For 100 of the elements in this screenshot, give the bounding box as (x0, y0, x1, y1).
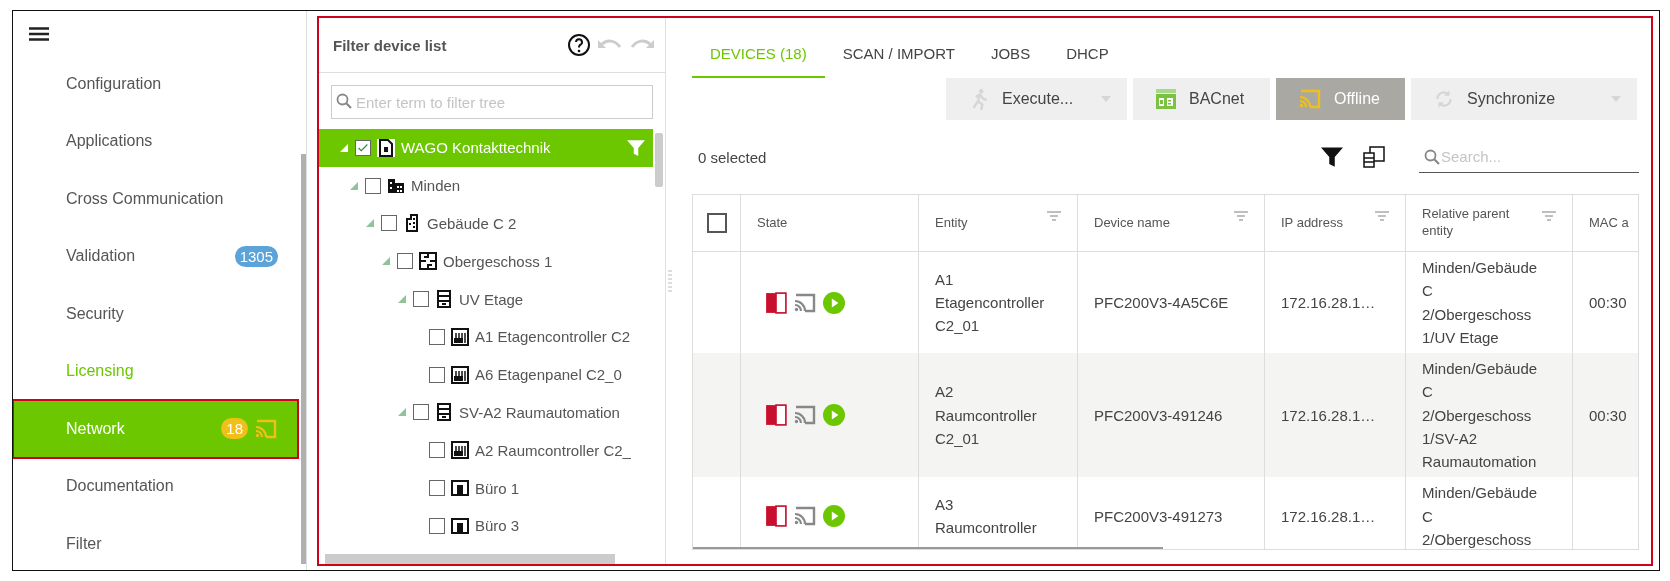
tree-item[interactable]: Minden (411, 177, 653, 195)
checkbox[interactable] (429, 480, 445, 497)
nav-label: Licensing (66, 362, 135, 381)
expanded-arrow-icon[interactable] (349, 180, 359, 191)
tree-item[interactable]: SV-A2 Raumautomation (459, 403, 653, 421)
column-header[interactable]: IP address (1281, 214, 1343, 232)
column-header[interactable]: Device name (1094, 214, 1170, 232)
offline-icon (1298, 89, 1322, 109)
tree-item[interactable]: A6 Etagenpanel C2_0 (475, 366, 653, 384)
table-cell-text: Minden/Gebäude C 2/Obergeschoss 1/UV Etage (1422, 258, 1539, 348)
checkbox[interactable] (355, 139, 371, 156)
checkbox[interactable] (381, 215, 397, 232)
floor-plan-icon (419, 252, 437, 271)
tree-item[interactable]: A1 Etagencontroller C2 (475, 328, 653, 346)
cast-icon (793, 405, 817, 426)
cabinet-icon (435, 290, 453, 309)
column-header[interactable]: Entity (935, 214, 968, 232)
sort-lines-icon[interactable] (1375, 211, 1389, 221)
nav-label: Validation (66, 247, 137, 266)
sort-lines-icon[interactable] (1542, 211, 1556, 221)
checkbox[interactable] (429, 366, 445, 383)
nav-item[interactable]: Validation 1305 (13, 227, 298, 285)
tab[interactable]: DHCP (1048, 45, 1127, 78)
cabinet-icon (435, 403, 453, 422)
count-badge: 1305 (234, 245, 278, 267)
tree-item[interactable]: Gebäude C 2 (427, 215, 653, 232)
column-header[interactable]: Relative parent entity (1422, 206, 1522, 240)
nav-item[interactable]: Security (13, 285, 298, 343)
table-cell-text: A3 Raumcontroller (935, 494, 1038, 539)
tree-item[interactable]: Büro 3 (475, 517, 653, 535)
nav-label: Configuration (66, 74, 163, 93)
scrollbar[interactable] (325, 554, 615, 564)
checkbox[interactable] (429, 442, 445, 459)
play-icon[interactable] (823, 404, 845, 427)
nav-item[interactable]: Filter (13, 515, 298, 570)
nav-label: Applications (66, 132, 154, 151)
search-icon (1424, 149, 1440, 165)
cast-icon (793, 292, 817, 313)
nav-label: Documentation (66, 477, 175, 496)
play-icon[interactable] (823, 505, 845, 528)
table-cell-text: 172.16.28.1… (1281, 506, 1376, 527)
play-icon[interactable] (823, 291, 845, 314)
toolbar-button[interactable]: BACnet (1133, 78, 1270, 120)
tree-item[interactable]: Büro 1 (475, 479, 653, 497)
tab[interactable]: JOBS (972, 45, 1049, 78)
controller-icon (451, 365, 469, 384)
search-field[interactable]: Search... (1419, 141, 1639, 173)
help-icon[interactable] (567, 33, 591, 57)
controller-icon (451, 441, 469, 460)
status-flag-icon (765, 404, 787, 427)
column-header[interactable]: MAC a (1589, 214, 1629, 232)
tab[interactable]: SCAN / IMPORT (824, 45, 973, 78)
sync-icon (1433, 88, 1455, 110)
expanded-arrow-icon[interactable] (339, 142, 349, 153)
tree-item[interactable]: A2 Raumcontroller C2_ (475, 441, 653, 459)
nav-item[interactable]: Documentation (13, 457, 298, 515)
nav-item[interactable]: Applications (13, 112, 298, 170)
checkbox[interactable] (413, 404, 429, 421)
table-cell-text: 00:30 (1589, 292, 1627, 313)
table-cell-text: A1 Etagencontroller C2_01 (935, 269, 1046, 337)
tree-item[interactable]: Obergeschoss 1 (443, 252, 653, 270)
panel-title: Filter device list (333, 36, 448, 54)
filter-icon[interactable] (1321, 146, 1343, 168)
search-icon (336, 93, 352, 109)
table-cell-text: 00:30 (1589, 405, 1627, 426)
menu-icon[interactable] (29, 27, 49, 41)
checkbox[interactable] (429, 517, 445, 534)
sort-lines-icon[interactable] (1234, 211, 1248, 221)
table-cell-text: Minden/Gebäude C 2/Obergeschoss (1422, 483, 1539, 549)
nav-item[interactable]: Cross Communication (13, 170, 298, 228)
select-all-checkbox[interactable] (706, 213, 727, 233)
table-cell-text: PFC200V3-491246 (1094, 405, 1223, 426)
sort-lines-icon[interactable] (1047, 211, 1061, 221)
checkbox[interactable] (365, 177, 381, 194)
checkbox[interactable] (397, 253, 413, 270)
offline-icon (254, 418, 278, 439)
status-flag-icon (765, 505, 787, 528)
status-flag-icon (765, 291, 787, 314)
cast-icon (793, 506, 817, 527)
expanded-arrow-icon[interactable] (381, 256, 391, 267)
scrollbar[interactable] (655, 133, 663, 187)
count-badge: 18 (221, 418, 248, 440)
building-icon (403, 214, 421, 233)
nav-label: Cross Communication (66, 189, 225, 208)
scrollbar[interactable] (693, 547, 1163, 549)
tree-item[interactable]: UV Etage (459, 290, 653, 308)
nav-item[interactable]: Configuration (13, 55, 298, 113)
expanded-arrow-icon[interactable] (397, 407, 407, 418)
expanded-arrow-icon[interactable] (397, 294, 407, 305)
selection-count: 0 selected (698, 148, 768, 166)
table-cell-text: 172.16.28.1… (1281, 405, 1376, 426)
expanded-arrow-icon[interactable] (365, 218, 375, 229)
scrollbar[interactable] (301, 154, 306, 564)
checkbox[interactable] (429, 328, 445, 345)
table-cell-text: PFC200V3-491273 (1094, 506, 1223, 527)
room-icon (451, 479, 469, 498)
document-icon (377, 138, 395, 157)
column-header[interactable]: State (757, 214, 788, 232)
checkbox[interactable] (413, 291, 429, 308)
columns-icon[interactable] (1363, 146, 1385, 168)
